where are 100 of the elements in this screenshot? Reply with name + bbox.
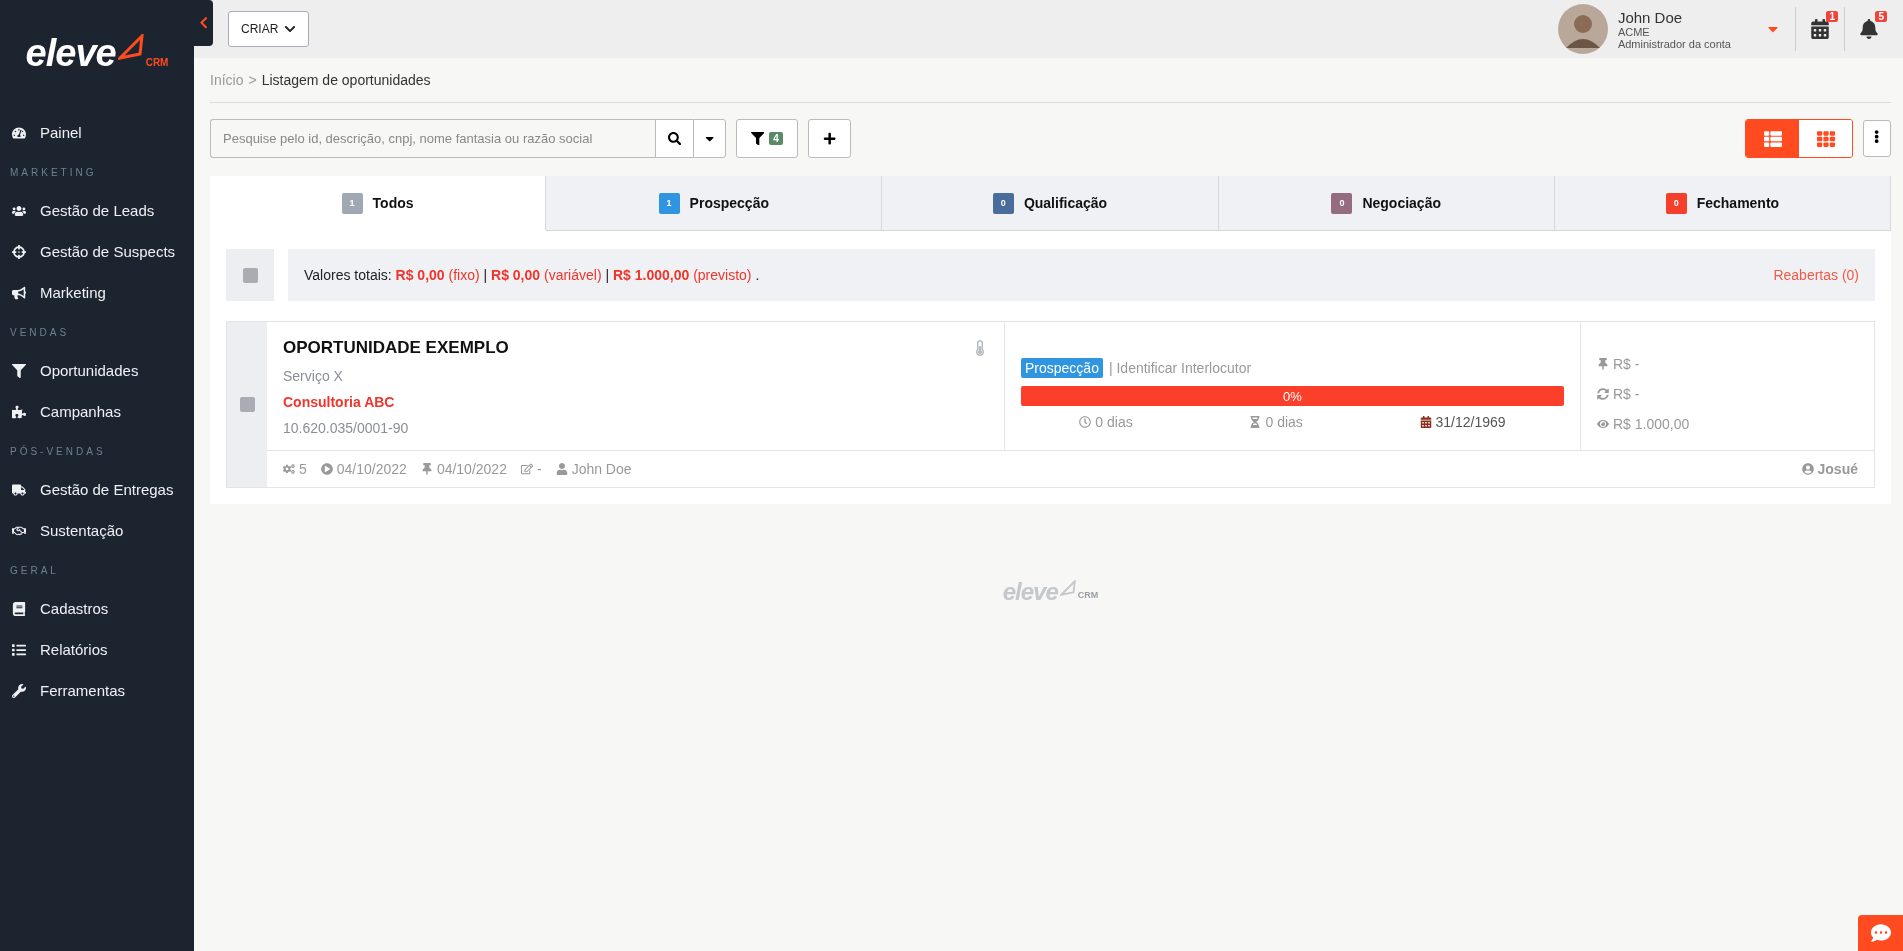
- cnpj-text: 10.620.035/0001-90: [283, 420, 410, 436]
- stat-text: 0 dias: [1079, 414, 1133, 430]
- user-icon: [555, 463, 568, 475]
- crosshair-icon: [12, 244, 26, 259]
- user-name: John Doe: [1617, 8, 1684, 26]
- filter-icon: [751, 131, 765, 146]
- footer-text: 5: [283, 461, 307, 477]
- filter-icon: [12, 363, 26, 378]
- checkbox[interactable]: [242, 267, 258, 283]
- stage-tab[interactable]: 0 Fechamento: [1554, 176, 1891, 231]
- client-name: Consultoria ABC: [283, 394, 396, 410]
- breadcrumb-separator: >: [248, 72, 257, 88]
- more-button[interactable]: [1863, 120, 1891, 157]
- bell-icon[interactable]: [1859, 19, 1879, 39]
- wrench-icon: [12, 683, 26, 698]
- gauge-icon: [12, 125, 26, 140]
- chevron-down-icon: [284, 23, 297, 35]
- collapse-button[interactable]: [194, 0, 213, 46]
- sidebar-item[interactable]: Gestão de Entregas: [0, 469, 194, 510]
- stage-tab[interactable]: 0 Negociação: [1218, 176, 1555, 231]
- sidebar-item[interactable]: Marketing: [0, 272, 194, 313]
- play-icon: [320, 463, 333, 475]
- sidebar-item[interactable]: Relatórios: [0, 629, 194, 670]
- section-heading: MARKETING: [9, 166, 98, 180]
- sidebar-item[interactable]: Cadastros: [0, 588, 194, 629]
- logo-mark-icon: [1059, 580, 1076, 596]
- sidebar-item[interactable]: Sustentação: [0, 510, 194, 551]
- chat-icon: [1870, 923, 1891, 943]
- count-badge: 1: [341, 192, 363, 214]
- chat-button[interactable]: [1858, 915, 1903, 951]
- checkbox[interactable]: [239, 397, 255, 412]
- footer-text: -: [520, 461, 542, 477]
- grid-icon: [1816, 129, 1835, 148]
- sidebar-item[interactable]: Painel: [0, 112, 194, 153]
- stage-tag: Prospecção: [1021, 358, 1103, 378]
- list-icon: [1763, 129, 1782, 148]
- service-text: Serviço X: [283, 368, 344, 384]
- sidebar-item[interactable]: Oportunidades: [0, 350, 194, 391]
- calendar-icon: [1419, 416, 1432, 428]
- clock-icon: [1079, 416, 1092, 428]
- sidebar-item[interactable]: Gestão de Leads: [0, 190, 194, 231]
- value-text: R$ 1.000,00: [1597, 416, 1858, 432]
- breadcrumb-current: Listagem de oportunidades: [261, 72, 431, 88]
- sidebar-item[interactable]: Ferramentas: [0, 670, 194, 711]
- calendar-icon[interactable]: [1810, 19, 1830, 39]
- add-button[interactable]: [807, 119, 852, 158]
- user-role: Administrador da conta: [1617, 37, 1731, 50]
- section-heading: VENDAS: [9, 326, 71, 340]
- footer-text: 04/10/2022: [420, 461, 507, 477]
- grid-view-button[interactable]: [1799, 120, 1852, 157]
- plus-icon: [822, 131, 837, 146]
- pin-icon: [1597, 358, 1609, 370]
- count-badge: 0: [1331, 192, 1353, 214]
- count-badge: 0: [1665, 192, 1687, 214]
- users-icon: [12, 203, 26, 218]
- avatar[interactable]: [1557, 4, 1608, 54]
- footer-text: John Doe: [555, 461, 632, 477]
- step-text: | Identificar Interlocutor: [1108, 360, 1252, 376]
- refresh-icon: [1597, 388, 1609, 400]
- create-button[interactable]: CRIAR: [228, 11, 310, 47]
- edit-icon: [520, 463, 533, 475]
- filter-button[interactable]: 4: [736, 119, 798, 158]
- list-view-button[interactable]: [1746, 120, 1799, 157]
- search-button[interactable]: [655, 119, 693, 158]
- puzzle-icon: [12, 404, 26, 419]
- list-icon: [12, 642, 26, 657]
- stat-text: 0 dias: [1249, 414, 1303, 430]
- logo-suffix: CRM: [1077, 590, 1099, 600]
- megaphone-icon: [12, 285, 26, 300]
- count-badge: 5: [1875, 11, 1887, 22]
- progress-text: 0%: [1282, 387, 1303, 406]
- footer-text: 04/10/2022: [320, 461, 407, 477]
- truck-icon: [12, 482, 26, 497]
- logo-word: eleve: [25, 34, 116, 72]
- search-field[interactable]: Pesquise pelo id, descrição, cnpj, nome fantasia ou razão social: [210, 119, 655, 158]
- count-badge: 1: [658, 192, 680, 214]
- section-heading: PÓS-VENDAS: [9, 444, 107, 459]
- totals-text: Valores totais: R$ 0,00 (fixo) | R$ 0,00 (variável) | R$ 1.000,00 (previsto) .: [304, 267, 760, 283]
- stage-tab[interactable]: 0 Qualificação: [882, 176, 1219, 231]
- stat-text: 31/12/1969: [1419, 414, 1506, 430]
- sidebar-item[interactable]: Gestão de Suspects: [0, 231, 194, 272]
- owner-text: Josué: [1801, 461, 1858, 477]
- user-company: ACME: [1617, 25, 1651, 38]
- value-text: R$ -: [1597, 356, 1858, 372]
- pin-icon: [420, 463, 433, 475]
- eye-icon: [1597, 418, 1609, 430]
- hourglass-icon: [1249, 416, 1262, 428]
- count-badge: 4: [769, 132, 783, 145]
- book-icon: [12, 601, 26, 616]
- logo-mark-icon: [117, 34, 144, 60]
- count-badge: 0: [992, 192, 1014, 214]
- logo-suffix: CRM: [145, 57, 169, 68]
- sidebar-item[interactable]: Campanhas: [0, 391, 194, 432]
- value-text: R$ -: [1597, 386, 1858, 402]
- gears-icon: [283, 463, 295, 475]
- search-icon: [667, 131, 682, 146]
- stage-tab[interactable]: 1 Prospecção: [546, 176, 883, 231]
- opportunity-title[interactable]: OPORTUNIDADE EXEMPLO: [283, 338, 509, 358]
- section-heading: GERAL: [9, 564, 60, 578]
- count-badge: 1: [1826, 11, 1838, 22]
